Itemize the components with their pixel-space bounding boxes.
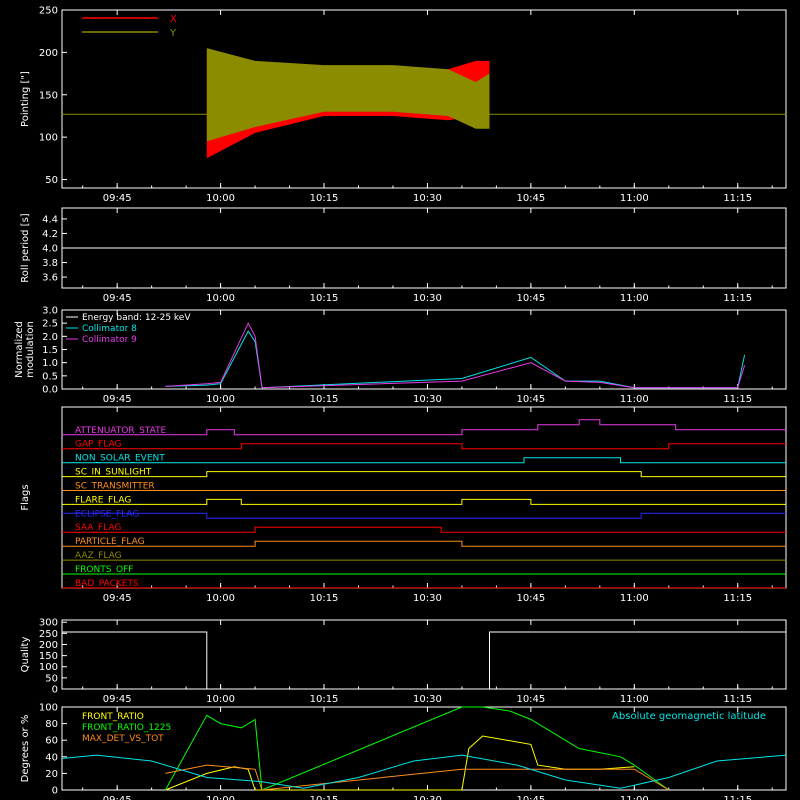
flags-xtick-label: 11:00 xyxy=(620,593,649,604)
quality-ytick-label: 150 xyxy=(39,651,58,662)
ratio-ytick-label: 20 xyxy=(45,769,58,780)
roll-ytick-label: 3.6 xyxy=(42,273,58,284)
pointing-ytick-label: 50 xyxy=(45,175,58,186)
quality-ytick-label: 300 xyxy=(39,618,58,629)
ratio-xtick-label: 10:45 xyxy=(516,795,545,800)
quality-xtick-label: 09:45 xyxy=(103,694,132,705)
modulation-legend-label: Energy band: 12-25 keV xyxy=(82,313,191,323)
ratio-ytick-label: 0 xyxy=(52,786,58,797)
modulation-xtick-label: 10:00 xyxy=(206,394,235,405)
roll-ytick-label: 4.2 xyxy=(42,229,58,240)
roll-xtick-label: 10:00 xyxy=(206,293,235,304)
quality-ytick-label: 200 xyxy=(39,640,58,651)
ratio-ytick-label: 60 xyxy=(45,736,58,747)
pointing-ytick-label: 150 xyxy=(39,90,58,101)
modulation-ytick-label: 1.0 xyxy=(42,358,58,369)
ratio-annotation: Absolute geomagnetic latitude xyxy=(612,711,766,722)
modulation-legend-label: Collimator 8 xyxy=(82,324,137,334)
modulation-xtick-label: 10:30 xyxy=(413,394,442,405)
flags-xtick-label: 09:45 xyxy=(103,593,132,604)
modulation-xtick-label: 11:15 xyxy=(723,394,752,405)
flag-label-sc-transmitter: SC_TRANSMITTER xyxy=(75,481,155,491)
ratio-legend-label: MAX_DET_VS_TOT xyxy=(82,734,164,744)
flag-label-aaz-flag: AAZ_FLAG xyxy=(75,551,122,561)
flags-ylabel: Flags xyxy=(20,484,31,510)
flag-label-eclipse-flag: ECLIPSE_FLAG xyxy=(75,509,139,519)
roll-xtick-label: 10:15 xyxy=(310,293,339,304)
quality-xtick-label: 10:00 xyxy=(206,694,235,705)
modulation-legend-label: Collimator 9 xyxy=(82,335,137,345)
flags-xtick-label: 10:15 xyxy=(310,593,339,604)
quality-xtick-label: 11:15 xyxy=(723,694,752,705)
pointing-legend-label-y: Y xyxy=(169,28,177,39)
ratio-xtick-label: 10:00 xyxy=(206,795,235,800)
pointing-ytick-label: 250 xyxy=(39,6,58,17)
ratio-ytick-label: 100 xyxy=(39,703,58,714)
pointing-xtick-label: 10:45 xyxy=(516,193,545,204)
roll-ylabel: Roll period [s] xyxy=(20,213,31,282)
flag-label-non-solar-event: NON_SOLAR_EVENT xyxy=(75,454,165,464)
flags-xtick-label: 10:00 xyxy=(206,593,235,604)
modulation-xtick-label: 10:15 xyxy=(310,394,339,405)
flag-label-sc-in-sunlight: SC_IN_SUNLIGHT xyxy=(75,468,152,478)
modulation-ylabel-line2: modulation xyxy=(25,321,36,378)
pointing-ylabel: Pointing ["] xyxy=(20,71,31,127)
flag-label-fronts-off: FRONTS_OFF xyxy=(75,565,133,575)
pointing-xtick-label: 11:00 xyxy=(620,193,649,204)
modulation-ytick-label: 0.0 xyxy=(42,385,58,396)
modulation-xtick-label: 09:45 xyxy=(103,394,132,405)
ratio-xtick-label: 10:15 xyxy=(310,795,339,800)
ratio-xtick-label: 10:30 xyxy=(413,795,442,800)
quality-ytick-label: 0 xyxy=(52,685,58,696)
quality-xtick-label: 10:30 xyxy=(413,694,442,705)
modulation-ytick-label: 0.5 xyxy=(42,371,58,382)
modulation-ytick-label: 2.0 xyxy=(42,332,58,343)
pointing-ytick-label: 200 xyxy=(39,48,58,59)
pointing-legend-label-x: X xyxy=(170,14,177,25)
flags-xtick-label: 10:45 xyxy=(516,593,545,604)
ratio-ylabel: Degrees or % xyxy=(20,715,31,783)
quality-xtick-label: 10:45 xyxy=(516,694,545,705)
modulation-xtick-label: 11:00 xyxy=(620,394,649,405)
roll-ytick-label: 3.8 xyxy=(42,258,58,269)
roll-xtick-label: 11:15 xyxy=(723,293,752,304)
modulation-ytick-label: 3.0 xyxy=(42,306,58,317)
modulation-ylabel-line1: Normalized xyxy=(14,321,25,378)
modulation-ytick-label: 2.5 xyxy=(42,319,58,330)
ratio-ytick-label: 40 xyxy=(45,752,58,763)
pointing-xtick-label: 10:00 xyxy=(206,193,235,204)
roll-xtick-label: 10:45 xyxy=(516,293,545,304)
ratio-xtick-label: 11:00 xyxy=(620,795,649,800)
hessi-quicklook-figure: 09:45 10:00 10:15 10:30 10:45 11:00 11:15 Point… xyxy=(0,0,800,800)
ratio-xtick-label: 11:15 xyxy=(723,795,752,800)
roll-ytick-label: 4.4 xyxy=(42,214,58,225)
roll-xtick-label: 11:00 xyxy=(620,293,649,304)
flags-xtick-label: 10:30 xyxy=(413,593,442,604)
ratio-ytick-label: 80 xyxy=(45,719,58,730)
modulation-xtick-label: 10:45 xyxy=(516,394,545,405)
quality-ytick-label: 100 xyxy=(39,662,58,673)
flag-label-particle-flag: PARTICLE_FLAG xyxy=(75,537,145,547)
ratio-xtick-label: 09:45 xyxy=(103,795,132,800)
quality-ytick-label: 50 xyxy=(45,673,58,684)
ratio-legend-label: FRONT_RATIO xyxy=(82,712,144,722)
roll-xtick-label: 10:30 xyxy=(413,293,442,304)
pointing-xtick-label: 11:15 xyxy=(723,193,752,204)
flags-xtick-label: 11:15 xyxy=(723,593,752,604)
pointing-xtick-label: 09:45 xyxy=(103,193,132,204)
pointing-xtick-label: 10:15 xyxy=(310,193,339,204)
pointing-ytick-label: 100 xyxy=(39,133,58,144)
quality-ylabel: Quality xyxy=(20,637,31,673)
pointing-xtick-label: 10:30 xyxy=(413,193,442,204)
quality-ytick-label: 250 xyxy=(39,629,58,640)
ratio-legend-label: FRONT_RATIO_1225 xyxy=(82,723,171,733)
roll-ytick-label: 4.0 xyxy=(42,244,58,255)
modulation-ytick-label: 1.5 xyxy=(42,345,58,356)
roll-xtick-label: 09:45 xyxy=(103,293,132,304)
quality-xtick-label: 10:15 xyxy=(310,694,339,705)
quality-xtick-label: 11:00 xyxy=(620,694,649,705)
